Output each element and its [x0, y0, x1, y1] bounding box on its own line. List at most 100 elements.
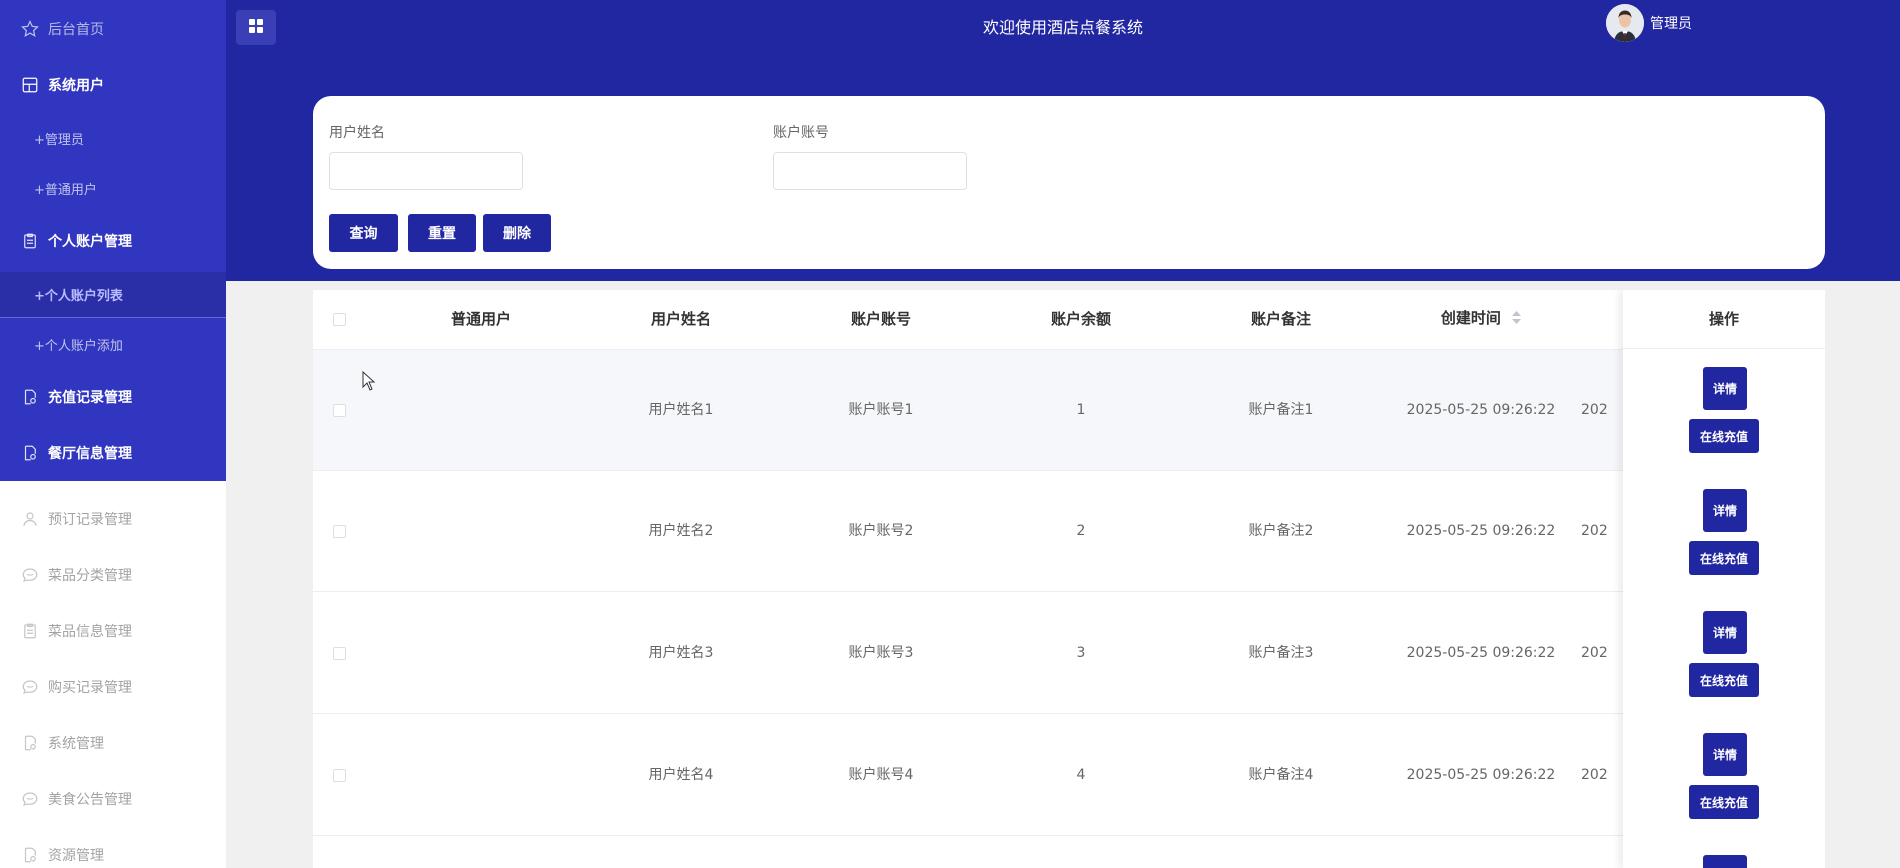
star-icon [20, 19, 40, 39]
table-row[interactable]: 用户姓名1 账户账号1 1 账户备注1 2025-05-25 09:26:22 … [313, 350, 1825, 471]
chat-icon [20, 789, 40, 809]
cell-account: 账户账号2 [848, 523, 914, 539]
sidebar-item-label: +普通用户 [34, 182, 97, 198]
sidebar-item-system-users[interactable]: 系统用户 [0, 63, 226, 107]
cell-balance: 1 [1076, 402, 1086, 418]
clipboard-icon [20, 231, 40, 251]
sidebar-item-label: 个人账户管理 [48, 234, 132, 250]
cell-truncated: 202 [1581, 523, 1608, 539]
sidebar-item-label: +个人账户列表 [34, 289, 123, 304]
column-header: 用户姓名 [650, 310, 711, 328]
table-row[interactable]: 用户姓名3 账户账号3 3 账户备注3 2025-05-25 09:26:22 … [313, 593, 1825, 714]
sort-icon[interactable] [1512, 291, 1522, 347]
operations-column: 操作 详情 在线充值 详情 在线充值 详情 在线充值 详情 在线充值 详情 [1623, 290, 1825, 868]
cell-created: 2025-05-25 09:26:22 [1406, 767, 1556, 783]
cell-balance: 2 [1076, 523, 1086, 539]
cell-remark: 账户备注2 [1248, 523, 1314, 539]
detail-button[interactable]: 详情 [1703, 733, 1747, 776]
user-icon [20, 509, 40, 529]
sidebar-item-label: 资源管理 [48, 848, 104, 864]
sidebar-item-label: 餐厅信息管理 [48, 446, 132, 462]
account-table: 普通用户 用户姓名 账户账号 账户余额 账户备注 创建时间 用户姓名1 账户账号… [313, 290, 1825, 868]
sortable-column-header[interactable]: 创建时间 [1381, 290, 1581, 349]
cell-created: 2025-05-25 09:26:22 [1406, 523, 1556, 539]
sidebar-item-account-add[interactable]: +个人账户添加 [0, 322, 226, 366]
query-button[interactable]: 查询 [329, 214, 398, 252]
sidebar-item-label: 菜品分类管理 [48, 568, 132, 584]
avatar[interactable] [1606, 4, 1644, 42]
search-panel: 用户姓名 账户账号 查询 重置 删除 [313, 96, 1825, 269]
document-search-icon [20, 443, 40, 463]
table-row[interactable]: 用户姓名4 账户账号4 4 账户备注4 2025-05-25 09:26:22 … [313, 715, 1825, 836]
column-header: 账户余额 [1050, 310, 1111, 328]
column-header: 账户备注 [1250, 310, 1311, 328]
cell-truncated: 202 [1581, 645, 1608, 661]
cell-balance: 3 [1076, 645, 1086, 661]
sidebar-item-label: 美食公告管理 [48, 792, 132, 808]
sidebar-item-label: 充值记录管理 [48, 390, 132, 406]
sidebar-item-label: 预订记录管理 [48, 512, 132, 528]
document-search-icon [20, 845, 40, 865]
document-search-icon [20, 733, 40, 753]
cell-name: 用户姓名2 [648, 523, 714, 539]
detail-button[interactable]: 详情 [1703, 611, 1747, 654]
user-menu[interactable]: 管理员 [1606, 4, 1692, 42]
cell-account: 账户账号1 [848, 402, 914, 418]
detail-button[interactable]: 详情 [1703, 855, 1747, 868]
sidebar-item-restaurant-info[interactable]: 餐厅信息管理 [0, 431, 226, 475]
sidebar-item-personal-accounts[interactable]: 个人账户管理 [0, 219, 226, 263]
row-checkbox[interactable] [333, 525, 346, 538]
sidebar-item-system-management[interactable]: 系统管理 [0, 721, 226, 765]
sidebar-item-reservations[interactable]: 预订记录管理 [0, 497, 226, 541]
sidebar-item-label: 系统管理 [48, 736, 104, 752]
column-header: 账户账号 [850, 310, 911, 328]
sidebar-item-label: +个人账户添加 [34, 338, 123, 354]
sidebar-item-dish-info[interactable]: 菜品信息管理 [0, 609, 226, 653]
recharge-button[interactable]: 在线充值 [1689, 541, 1759, 575]
cell-remark: 账户备注1 [1248, 402, 1314, 418]
row-checkbox[interactable] [333, 647, 346, 660]
cell-remark: 账户备注3 [1248, 645, 1314, 661]
table-header: 普通用户 用户姓名 账户账号 账户余额 账户备注 创建时间 [313, 290, 1825, 350]
cell-created: 2025-05-25 09:26:22 [1406, 645, 1556, 661]
reset-button[interactable]: 重置 [408, 214, 476, 252]
row-checkbox[interactable] [333, 769, 346, 782]
detail-button[interactable]: 详情 [1703, 489, 1747, 532]
sidebar-item-label: 菜品信息管理 [48, 624, 132, 640]
cell-account: 账户账号3 [848, 645, 914, 661]
sidebar-item-purchase-records[interactable]: 购买记录管理 [0, 665, 226, 709]
recharge-button[interactable]: 在线充值 [1689, 419, 1759, 453]
chat-icon [20, 565, 40, 585]
sidebar-item-food-announcements[interactable]: 美食公告管理 [0, 777, 226, 821]
sidebar-item-dish-categories[interactable]: 菜品分类管理 [0, 553, 226, 597]
cell-user [381, 471, 581, 592]
sidebar-item-label: +管理员 [34, 132, 84, 148]
cell-name: 用户姓名1 [648, 402, 714, 418]
sidebar-item-admin[interactable]: +管理员 [0, 116, 226, 160]
recharge-button[interactable]: 在线充值 [1689, 785, 1759, 819]
sidebar-item-recharge-records[interactable]: 充值记录管理 [0, 375, 226, 419]
account-search-input[interactable] [773, 152, 967, 190]
mouse-cursor-icon [362, 370, 376, 395]
cell-truncated: 202 [1581, 402, 1608, 418]
recharge-button[interactable]: 在线充值 [1689, 663, 1759, 697]
detail-button[interactable]: 详情 [1703, 367, 1747, 410]
sidebar-item-label: 后台首页 [48, 22, 104, 38]
sidebar-item-normal-users[interactable]: +普通用户 [0, 166, 226, 210]
sidebar-divider [0, 317, 226, 318]
table-row[interactable]: 用户姓名2 账户账号2 2 账户备注2 2025-05-25 09:26:22 … [313, 471, 1825, 592]
select-all-checkbox[interactable] [333, 313, 346, 326]
cell-account: 账户账号4 [848, 767, 914, 783]
sidebar-item-home[interactable]: 后台首页 [0, 7, 226, 51]
sidebar-item-resources[interactable]: 资源管理 [0, 833, 226, 868]
column-header: 操作 [1623, 290, 1825, 349]
sidebar-item-account-list[interactable]: +个人账户列表 [0, 272, 226, 317]
clipboard-icon [20, 621, 40, 641]
grid-icon [20, 75, 40, 95]
cell-balance: 4 [1076, 767, 1086, 783]
name-search-input[interactable] [329, 152, 523, 190]
cell-name: 用户姓名3 [648, 645, 714, 661]
row-checkbox[interactable] [333, 404, 346, 417]
account-field-label: 账户账号 [773, 125, 829, 141]
delete-button[interactable]: 删除 [483, 214, 551, 252]
